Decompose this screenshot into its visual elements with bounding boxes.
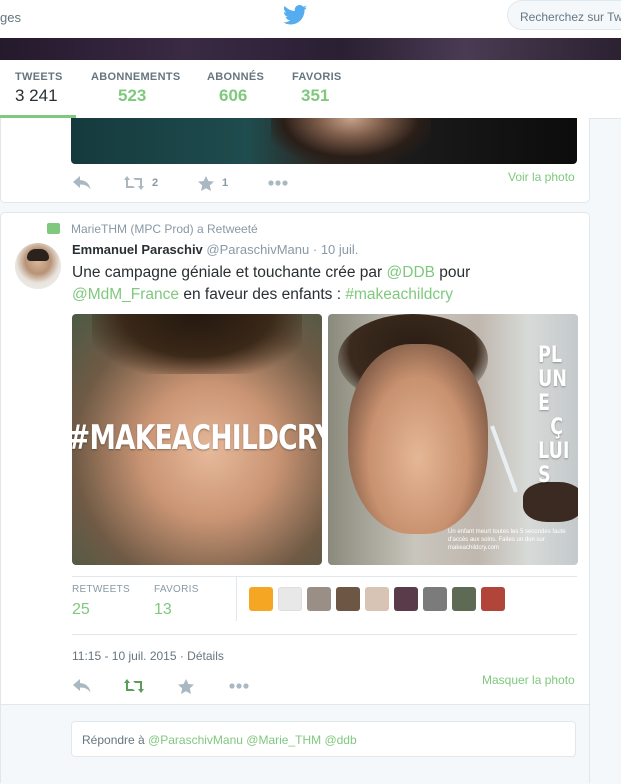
retweet-context: MarieTHM (MPC Prod) a Retweeté <box>47 222 258 236</box>
favorite-icon[interactable] <box>178 679 194 694</box>
reply-icon[interactable] <box>73 176 91 190</box>
nav-item-messages[interactable]: ges <box>0 10 21 25</box>
avatar[interactable] <box>365 587 389 611</box>
hide-photo-link[interactable]: Masquer la photo <box>482 673 575 687</box>
media-overlay-text: PL UN E Ç LUI S <box>538 343 570 488</box>
avatar[interactable] <box>481 587 505 611</box>
tweet-media-image[interactable]: #MAKEACHILDCRY <box>72 314 322 565</box>
tweet-text: Une campagne géniale et touchante crée p… <box>72 262 577 306</box>
avatar[interactable] <box>336 587 360 611</box>
stat-value: 3 241 <box>15 86 58 105</box>
stat-tweets[interactable]: TWEETS 3 241 <box>15 71 63 106</box>
tweet-text-part: Une campagne géniale et touchante crée p… <box>72 264 387 281</box>
retweets-stat[interactable]: RETWEETS 25 <box>72 584 130 619</box>
tweet-time[interactable]: 10 juil. <box>321 242 359 257</box>
stat-label: ABONNEMENTS <box>91 71 181 83</box>
top-nav-bar: ges Recherchez sur Twitter <box>0 0 621 39</box>
more-icon[interactable] <box>268 180 288 186</box>
tweet-handle[interactable]: @ParaschivManu <box>206 242 309 257</box>
twitter-bird-icon[interactable] <box>283 5 307 25</box>
stat-value: 13 <box>154 601 172 618</box>
media-overlay-text: #MAKEACHILDCRY <box>72 418 322 458</box>
tweet-card: 2 1 Voir la photo <box>0 118 590 203</box>
stat-value: 606 <box>219 86 248 105</box>
tweet-timestamp[interactable]: 11:15 - 10 juil. 2015 · Détails <box>72 649 224 663</box>
stat-favorites[interactable]: FAVORIS 351 <box>292 71 342 106</box>
tweet-text-part: en faveur des enfants : <box>179 286 346 303</box>
retweet-icon[interactable] <box>124 679 144 693</box>
retweet-badge-icon <box>47 223 60 235</box>
avatar[interactable] <box>249 587 273 611</box>
tweet-actions <box>73 679 303 697</box>
avatar[interactable] <box>423 587 447 611</box>
stat-label: TWEETS <box>15 71 63 83</box>
reply-input[interactable]: Répondre à @ParaschivManu @Marie_THM @dd… <box>71 721 576 757</box>
stat-label: FAVORIS <box>154 584 199 595</box>
stat-followers[interactable]: ABONNÉS 606 <box>207 71 264 106</box>
stat-value: 25 <box>72 601 90 618</box>
hashtag-link[interactable]: #makeachildcry <box>345 286 453 303</box>
mention-link[interactable]: @DDB <box>387 264 435 281</box>
stat-label: FAVORIS <box>292 71 342 83</box>
tweet-media-image[interactable]: PL UN E Ç LUI S Un enfant meurt toutes les… <box>328 314 578 565</box>
stat-value: 523 <box>118 86 147 105</box>
more-icon[interactable] <box>229 683 249 689</box>
avatar[interactable] <box>307 587 331 611</box>
tweet-text-part: pour <box>435 264 471 281</box>
profile-stats-nav: TWEETS 3 241 ABONNEMENTS 523 ABONNÉS 606… <box>0 60 621 119</box>
avatar[interactable] <box>278 587 302 611</box>
stat-label: RETWEETS <box>72 584 130 595</box>
favorite-icon[interactable] <box>198 176 214 191</box>
reply-icon[interactable] <box>73 679 91 693</box>
stat-label: ABONNÉS <box>207 71 265 83</box>
stat-value: 351 <box>301 86 330 105</box>
retweet-count: 2 <box>152 177 159 189</box>
favorite-count: 1 <box>222 177 229 189</box>
tweet-fullname[interactable]: Emmanuel Paraschiv <box>72 242 203 257</box>
stat-following[interactable]: ABONNEMENTS 523 <box>91 71 180 106</box>
avatar[interactable] <box>394 587 418 611</box>
media-caption: Un enfant meurt toutes les 5 secondes fa… <box>448 529 566 551</box>
profile-banner <box>0 38 621 60</box>
reply-section: Répondre à @ParaschivManu @Marie_THM @dd… <box>1 704 589 784</box>
reply-mentions: @ParaschivManu @Marie_THM @ddb <box>148 733 357 747</box>
search-input[interactable]: Recherchez sur Twitter <box>507 0 621 30</box>
tweet-header: Emmanuel Paraschiv @ParaschivManu · 10 j… <box>72 242 359 257</box>
tweet-actions: 2 1 <box>73 176 303 194</box>
avatar[interactable] <box>452 587 476 611</box>
avatar[interactable] <box>15 243 61 289</box>
retweet-context-text[interactable]: MarieTHM (MPC Prod) a Retweeté <box>71 222 258 236</box>
reply-prefix: Répondre à <box>82 733 149 747</box>
favorites-stat[interactable]: FAVORIS 13 <box>154 584 199 619</box>
divider <box>236 577 237 621</box>
tweet-photo[interactable] <box>71 118 577 164</box>
tweet-card: MarieTHM (MPC Prod) a Retweeté Emmanuel … <box>0 212 590 784</box>
mention-link[interactable]: @MdM_France <box>72 286 179 303</box>
tweet-stats: RETWEETS 25 FAVORIS 13 <box>72 576 577 635</box>
view-photo-link[interactable]: Voir la photo <box>508 170 575 184</box>
retweet-icon[interactable] <box>124 176 144 190</box>
